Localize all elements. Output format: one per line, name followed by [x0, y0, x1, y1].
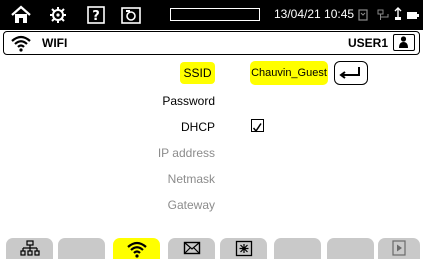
wifi-icon — [10, 34, 32, 57]
network-icon — [19, 240, 40, 256]
screen-header: WIFI USER1 — [3, 31, 420, 55]
date-time: 13/04/21 10:45 — [274, 7, 355, 21]
user-icon[interactable] — [393, 34, 415, 51]
svg-text:?: ? — [92, 9, 100, 24]
tab-empty-1[interactable] — [58, 238, 105, 259]
tab-empty-2[interactable] — [274, 238, 321, 259]
envelope-icon — [183, 241, 200, 255]
tab-next[interactable] — [378, 238, 420, 259]
ssid-label: SSID — [180, 62, 215, 84]
page-title: WIFI — [42, 36, 68, 50]
enter-button[interactable] — [334, 61, 368, 85]
tab-empty-3[interactable] — [327, 238, 374, 259]
password-label: Password — [162, 94, 215, 108]
dhcp-label: DHCP — [180, 120, 215, 134]
function-tab-bar — [0, 238, 423, 259]
gateway-label: Gateway — [167, 198, 215, 212]
tab-sync[interactable] — [220, 238, 267, 259]
user-name: USER1 — [347, 36, 388, 50]
camera-icon[interactable] — [120, 5, 142, 25]
ssid-field[interactable]: Chauvin_Guest — [250, 61, 328, 85]
netmask-label: Netmask — [167, 172, 215, 186]
ip-address-label: IP address — [157, 146, 215, 160]
tab-email[interactable] — [168, 238, 215, 259]
help-icon[interactable]: ? — [85, 5, 107, 25]
gear-icon[interactable] — [47, 5, 69, 25]
checkmark-icon — [252, 123, 262, 133]
wifi-icon — [126, 241, 147, 258]
sync-icon — [235, 240, 252, 257]
network-status-icon — [377, 8, 391, 26]
home-icon[interactable] — [10, 5, 32, 25]
play-icon — [392, 240, 406, 256]
enter-icon — [339, 67, 360, 79]
status-message-box — [170, 8, 260, 21]
usb-icon — [393, 7, 403, 26]
battery-icon — [406, 8, 419, 26]
tab-wifi[interactable] — [113, 238, 160, 259]
status-bar: ? 13/04/21 10:45 — [0, 0, 423, 30]
tab-network[interactable] — [6, 238, 53, 259]
memory-icon — [358, 8, 368, 26]
dhcp-checkbox[interactable] — [251, 119, 264, 133]
